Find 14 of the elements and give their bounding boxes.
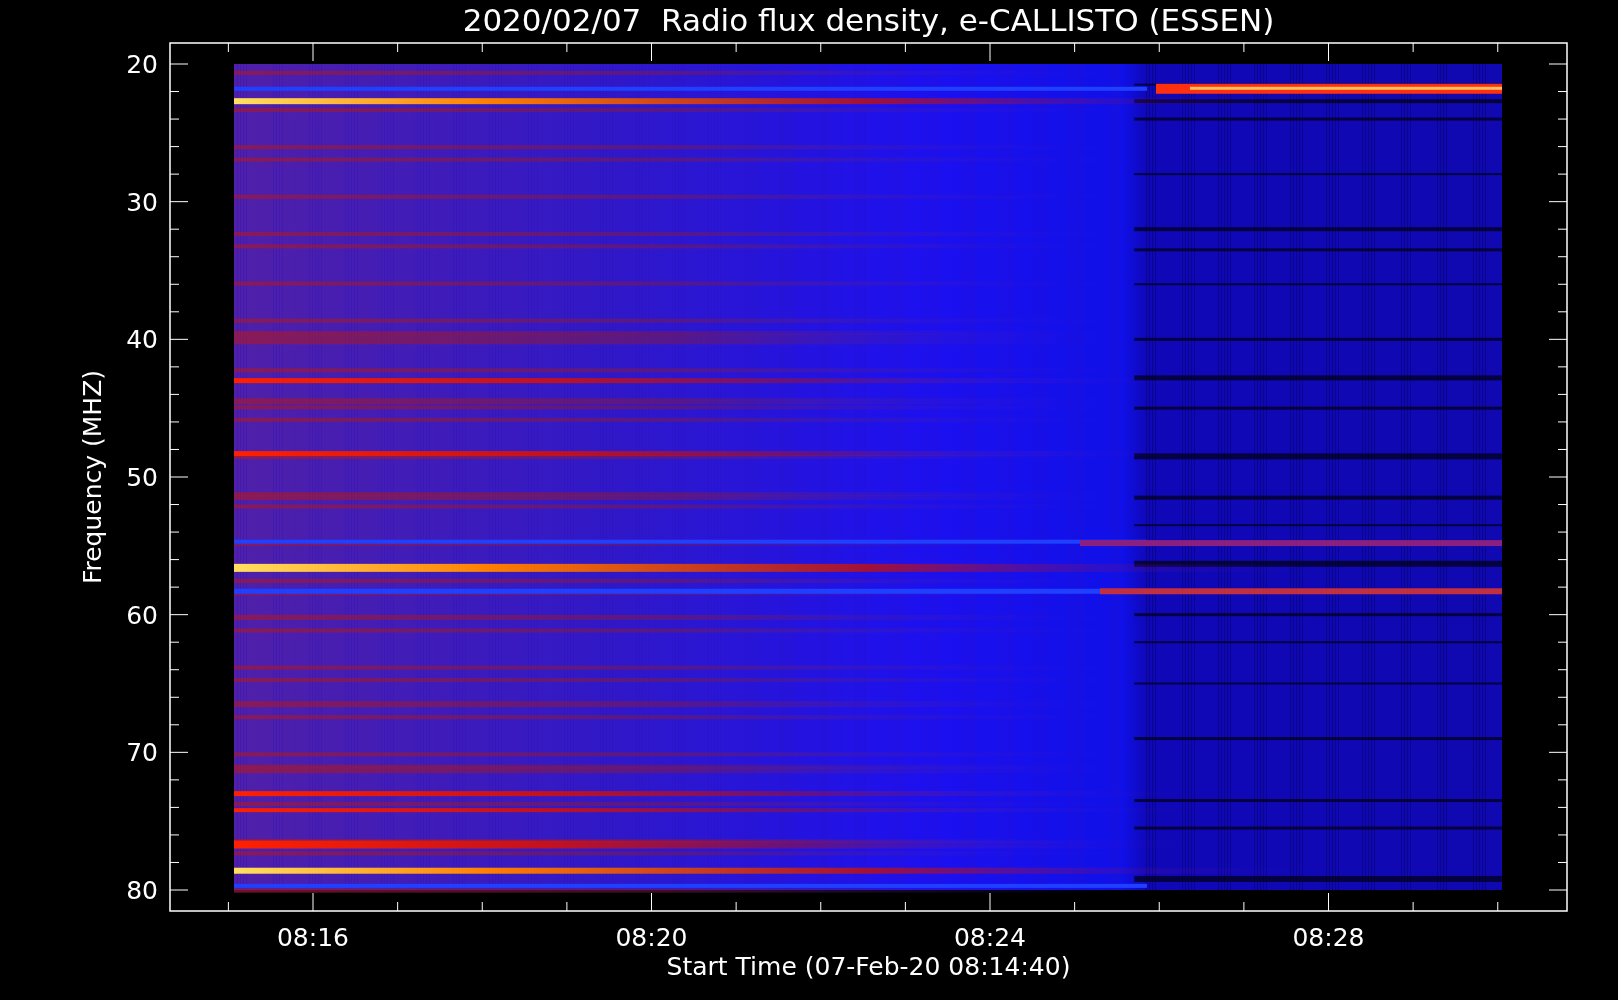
x-tick-label: 08:28	[1292, 923, 1365, 952]
x-tick-label: 08:16	[277, 923, 349, 952]
y-tick-label: 20	[126, 50, 158, 79]
x-tick-label: 08:24	[954, 923, 1026, 952]
chart-title: 2020/02/07 Radio flux density, e-CALLISTO (ESSEN)	[462, 2, 1275, 38]
x-tick-label: 08:20	[615, 923, 688, 952]
y-tick-label: 60	[126, 600, 158, 630]
y-tick-label: 70	[126, 738, 158, 768]
y-tick-label: 50	[126, 463, 158, 492]
y-axis-label: Frequency (MHZ)	[78, 369, 107, 585]
y-tick-label: 30	[126, 187, 158, 217]
x-axis-label: Start Time (07-Feb-20 08:14:40)	[666, 952, 1071, 981]
y-tick-label: 80	[126, 876, 158, 905]
y-tick-label: 40	[126, 325, 158, 355]
